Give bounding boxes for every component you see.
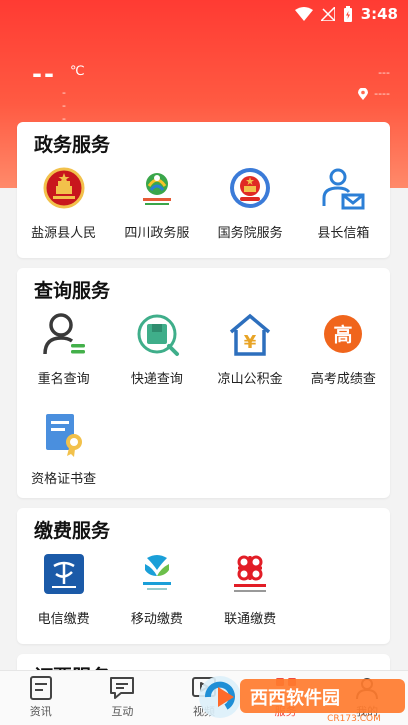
watermark-logo: 西西软件园 CR173.COM (178, 667, 408, 725)
service-telecom-payment[interactable]: 电信缴费 (17, 548, 110, 648)
china-mobile-icon (142, 555, 171, 590)
status-bar: 3:48 (0, 0, 408, 30)
wifi-icon (294, 7, 313, 21)
tab-label: 互动 (111, 705, 134, 718)
service-label: 联通缴费 (224, 612, 277, 627)
section-title: 政务服务 (34, 134, 111, 156)
service-label: 资格证书查 (31, 472, 97, 487)
svg-text:¥: ¥ (244, 332, 257, 353)
tab-news[interactable]: 资讯 (0, 671, 82, 725)
service-mayor-mailbox[interactable]: 县长信箱 (297, 162, 390, 262)
location-widget[interactable]: --- ---- (358, 66, 390, 100)
service-label: 高考成绩查 (310, 372, 376, 387)
weather-widget[interactable]: -- ℃ ---- (32, 60, 85, 138)
news-icon (29, 676, 52, 700)
service-label: 移动缴费 (130, 612, 183, 627)
service-label: 电信缴费 (37, 612, 90, 627)
temperature: -- (32, 60, 56, 88)
housing-fund-icon: ¥ (229, 313, 271, 356)
service-certificate[interactable]: 资格证书查 (17, 408, 110, 508)
svg-text:西西软件园: 西西软件园 (250, 687, 340, 709)
service-duplicate-name[interactable]: 重名查询 (17, 308, 110, 408)
battery-icon (343, 6, 352, 22)
temperature-unit: ℃ (70, 64, 85, 79)
service-unicom-payment[interactable]: 联通缴费 (204, 548, 297, 648)
service-sichuan-gov[interactable]: 四川政务服 (110, 162, 203, 262)
status-time: 3:48 (360, 5, 398, 23)
service-mobile-payment[interactable]: 移动缴费 (110, 548, 203, 648)
section-query-services: 查询服务 重名查询 快递查询 ¥ 凉山公积金 高 高考成绩查 资格证书查 (17, 268, 390, 498)
gaokao-icon: 高 (324, 315, 363, 353)
mayor-mailbox-icon (322, 168, 365, 210)
certificate-icon (45, 414, 82, 457)
sichuan-gov-icon (142, 173, 171, 205)
service-label: 凉山公积金 (217, 372, 283, 387)
state-council-icon (230, 168, 271, 208)
service-label: 国务院服务 (217, 226, 283, 241)
svg-text:CR173.COM: CR173.COM (327, 714, 381, 724)
service-label: 县长信箱 (317, 226, 370, 241)
service-state-council[interactable]: 国务院服务 (204, 162, 297, 262)
express-icon (137, 314, 179, 356)
service-yanyuan-county[interactable]: 盐源县人民 (17, 162, 110, 262)
section-payment-services: 缴费服务 电信缴费 移动缴费 联通缴费 (17, 508, 390, 644)
national-emblem-icon (43, 167, 85, 209)
location-name: ---- (374, 87, 390, 100)
service-label: 重名查询 (37, 372, 90, 387)
location-top: --- (378, 66, 390, 79)
tab-interact[interactable]: 互动 (82, 671, 164, 725)
service-express[interactable]: 快递查询 (110, 308, 203, 408)
china-telecom-icon (43, 554, 84, 594)
china-unicom-icon (234, 555, 267, 592)
service-label: 盐源县人民 (31, 226, 97, 241)
service-label: 快递查询 (130, 372, 183, 387)
service-label: 四川政务服 (124, 226, 190, 241)
chat-icon (110, 677, 135, 699)
section-title: 缴费服务 (34, 520, 111, 542)
location-pin-icon (358, 87, 369, 100)
svg-text:高: 高 (334, 323, 353, 346)
section-title: 查询服务 (34, 280, 111, 302)
service-gaokao[interactable]: 高 高考成绩查 (297, 308, 390, 408)
no-signal-icon (320, 7, 335, 21)
section-government-services: 政务服务 盐源县人民 四川政务服 国务院服务 县长信箱 (17, 122, 390, 258)
duplicate-name-icon (42, 313, 85, 355)
tab-label: 资讯 (29, 705, 52, 718)
service-housing-fund[interactable]: ¥ 凉山公积金 (204, 308, 297, 408)
